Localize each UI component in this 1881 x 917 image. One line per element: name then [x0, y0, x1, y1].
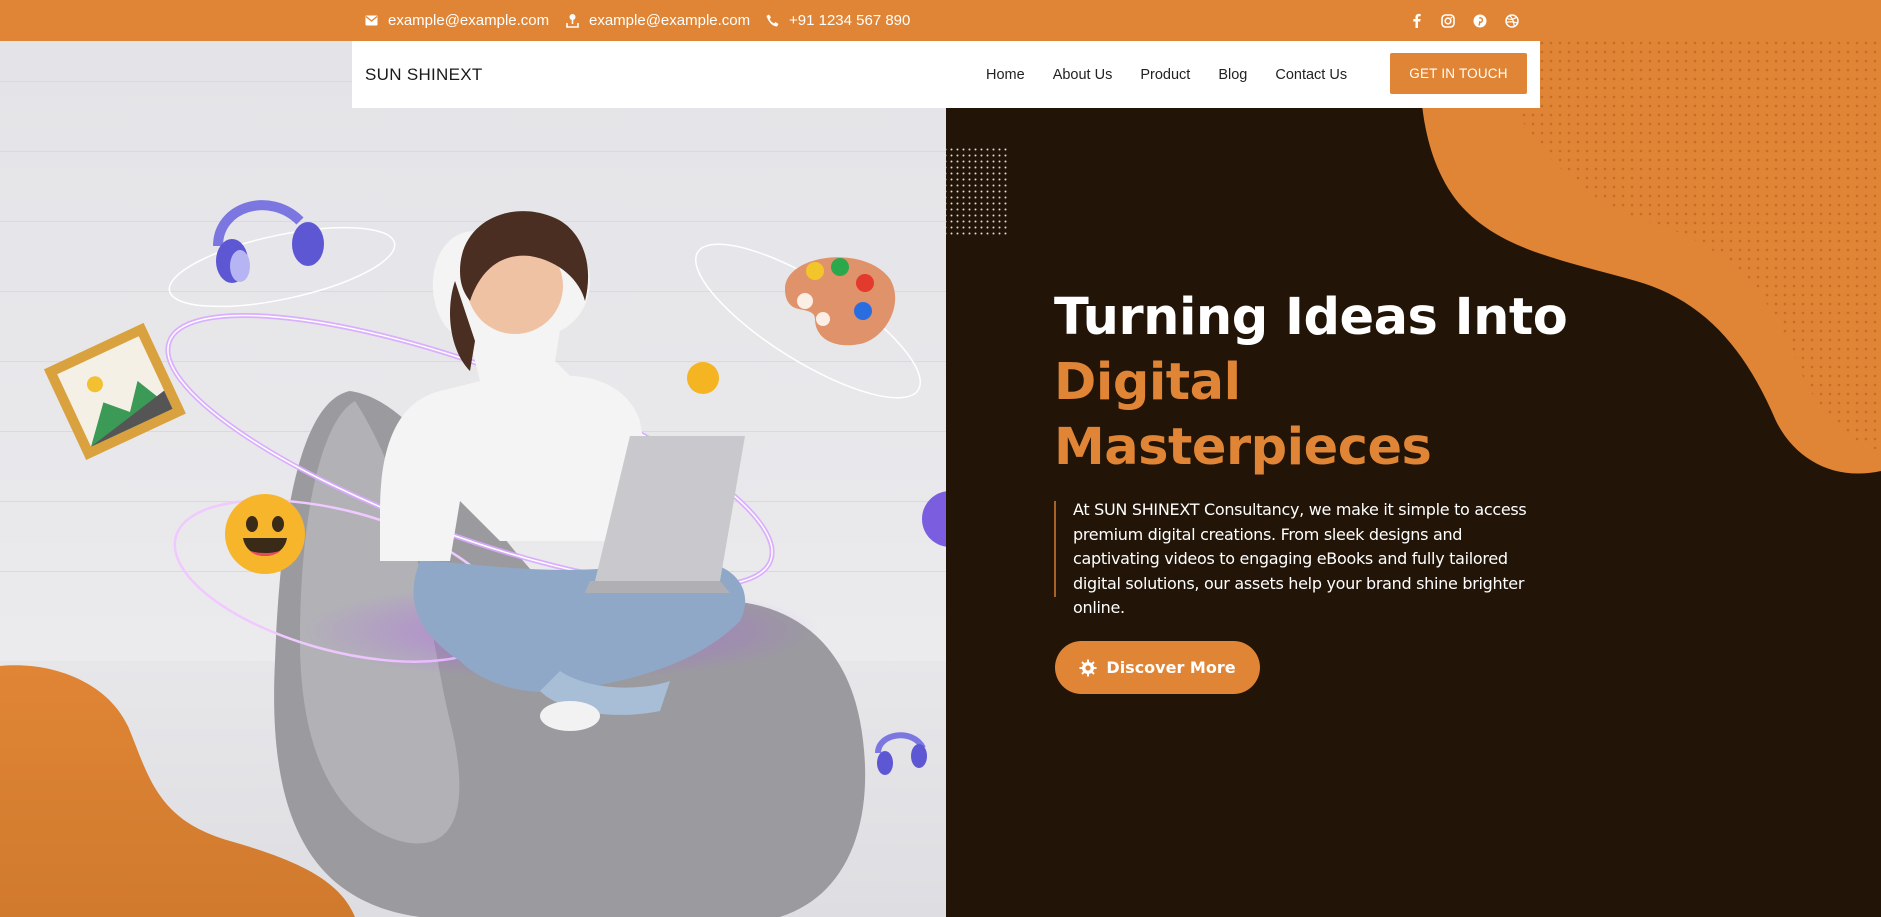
- brand-logo[interactable]: SUN SHINEXT: [365, 41, 483, 108]
- description-accent-bar: [1054, 501, 1056, 597]
- phone-icon: [764, 13, 780, 29]
- get-in-touch-button[interactable]: GET IN TOUCH: [1390, 53, 1527, 94]
- facebook-icon[interactable]: [1408, 13, 1424, 29]
- hero-headline-line3: Masterpieces: [1054, 418, 1432, 477]
- discover-more-button[interactable]: Discover More: [1055, 641, 1260, 694]
- gear-icon: [1079, 659, 1097, 677]
- contact-location[interactable]: example@example.com: [564, 0, 750, 41]
- top-contact-bar: example@example.com example@example.com …: [0, 0, 1881, 41]
- nav-link-contact-us[interactable]: Contact Us: [1275, 67, 1347, 83]
- contact-email-text: example@example.com: [388, 12, 550, 29]
- decorative-dot-grid: [946, 148, 1010, 238]
- hero-headline-line2: Digital: [1054, 353, 1241, 412]
- nav-links: Home About Us Product Blog Contact Us: [986, 41, 1375, 108]
- nav-link-home[interactable]: Home: [986, 67, 1025, 83]
- decorative-orange-blob-left: [0, 200, 947, 917]
- main-navbar: SUN SHINEXT Home About Us Product Blog C…: [352, 41, 1540, 108]
- envelope-icon: [363, 13, 379, 29]
- contact-email[interactable]: example@example.com: [363, 0, 549, 41]
- hero-image: [0, 41, 947, 917]
- dribbble-icon[interactable]: [1504, 13, 1520, 29]
- contact-phone-text: +91 1234 567 890: [789, 12, 911, 29]
- hero-headline-line1: Turning Ideas Into: [1054, 288, 1568, 347]
- nav-link-product[interactable]: Product: [1140, 67, 1190, 83]
- contact-location-text: example@example.com: [589, 12, 751, 29]
- social-links: [1408, 0, 1536, 41]
- nav-link-about-us[interactable]: About Us: [1053, 67, 1113, 83]
- contact-phone[interactable]: +91 1234 567 890: [764, 0, 910, 41]
- hero-headline: Turning Ideas Into Digital Masterpieces: [1054, 285, 1574, 480]
- nav-link-blog[interactable]: Blog: [1218, 67, 1247, 83]
- instagram-icon[interactable]: [1440, 13, 1456, 29]
- hero-description: At SUN SHINEXT Consultancy, we make it s…: [1073, 500, 1527, 617]
- location-pin-icon: [564, 13, 580, 29]
- discover-more-label: Discover More: [1106, 658, 1236, 677]
- pinterest-icon[interactable]: [1472, 13, 1488, 29]
